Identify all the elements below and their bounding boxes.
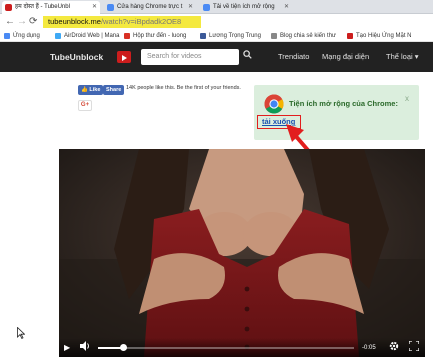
facebook-share-button[interactable]: Share — [103, 85, 125, 95]
video-time: -0:05 — [362, 345, 376, 351]
apps-icon — [4, 33, 10, 39]
tab-label: Cửa hàng Chrome trực t — [117, 4, 183, 10]
bookmark-airdroid[interactable]: AirDroid Web | Mana — [55, 31, 119, 41]
nav-channels[interactable]: Mạng đại diện — [322, 42, 369, 72]
url-path: /watch?v=iBpdadk2OE8 — [100, 17, 182, 26]
bookmark-mask-effect[interactable]: Tạo Hiệu Ứng Mặt N — [347, 31, 411, 41]
volume-icon[interactable] — [80, 341, 91, 356]
reload-button[interactable]: ⟳ — [29, 15, 37, 29]
close-tab-icon[interactable]: ✕ — [188, 1, 193, 14]
airdroid-icon — [55, 33, 61, 39]
mouse-cursor-icon — [17, 326, 26, 342]
video-frame — [59, 149, 425, 357]
tubeunblock-logo-icon[interactable] — [117, 51, 131, 63]
url-text[interactable]: tubeunblock.me/watch?v=iBpdadk2OE8 — [48, 16, 181, 28]
bookmark-label: Lương Trọng Trung — [209, 33, 261, 39]
facebook-like-button[interactable]: 👍 Like — [78, 85, 104, 95]
video-player[interactable] — [59, 149, 425, 357]
close-icon[interactable]: x — [405, 94, 409, 104]
facebook-icon — [200, 33, 206, 39]
back-button[interactable]: ← — [5, 15, 15, 29]
tab-download-extension[interactable]: Tải về tiện ích mở rộng ✕ — [200, 1, 292, 14]
site-brand[interactable]: TubeUnblock — [50, 42, 103, 72]
like-label: Like — [89, 87, 101, 93]
nav-categories[interactable]: Thể loại ▾ — [386, 42, 419, 72]
video-progress-track[interactable] — [98, 347, 354, 349]
bookmark-label: Tạo Hiệu Ứng Mặt N — [356, 33, 412, 39]
tab-label: Tải về tiện ích mở rộng — [213, 4, 275, 10]
settings-gear-icon[interactable] — [389, 341, 399, 356]
close-tab-icon[interactable]: ✕ — [92, 1, 97, 14]
extension-favicon-icon — [203, 4, 210, 11]
youtube-icon — [347, 33, 353, 39]
play-icon[interactable]: ▶ — [64, 341, 70, 355]
close-tab-icon[interactable]: ✕ — [284, 1, 289, 14]
gmail-icon — [124, 33, 130, 39]
chrome-store-favicon-icon — [107, 4, 114, 11]
fullscreen-icon[interactable] — [408, 340, 420, 356]
forward-button[interactable]: → — [17, 15, 27, 29]
tab-tubeunblock[interactable]: हम दोस्त हैं - TubeUnbl ✕ — [2, 1, 100, 14]
facebook-like-count: 14K people like this. Be the first of yo… — [126, 85, 241, 91]
nav-trending[interactable]: Trendiato — [278, 42, 309, 72]
bookmark-facebook[interactable]: Lương Trọng Trung — [200, 31, 261, 41]
bookmark-apps[interactable]: Ứng dụng — [4, 31, 40, 41]
bookmark-label: Blog chia sẻ kiến thư — [280, 33, 337, 39]
search-input[interactable]: Search for videos — [141, 49, 239, 65]
tab-chrome-store[interactable]: Cửa hàng Chrome trực t ✕ — [104, 1, 196, 14]
bookmark-label: Hộp thư đến - luong — [133, 33, 187, 39]
blog-icon — [271, 33, 277, 39]
chrome-logo-icon — [264, 94, 284, 114]
url-host: tubeunblock.me — [48, 17, 101, 26]
bookmark-label: Ứng dụng — [13, 33, 40, 39]
bookmark-label: AirDroid Web | Mana — [64, 33, 120, 39]
tab-label: हम दोस्त हैं - TubeUnbl — [15, 4, 70, 10]
bookmark-blog[interactable]: Blog chia sẻ kiến thư — [271, 31, 336, 41]
google-plus-button[interactable]: G+ — [78, 100, 92, 111]
search-icon[interactable] — [240, 49, 254, 65]
youtube-favicon-icon — [5, 4, 12, 11]
bookmark-gmail[interactable]: Hộp thư đến - luong — [124, 31, 186, 41]
extension-banner-title: Tiện ích mở rộng của Chrome: — [289, 99, 398, 108]
